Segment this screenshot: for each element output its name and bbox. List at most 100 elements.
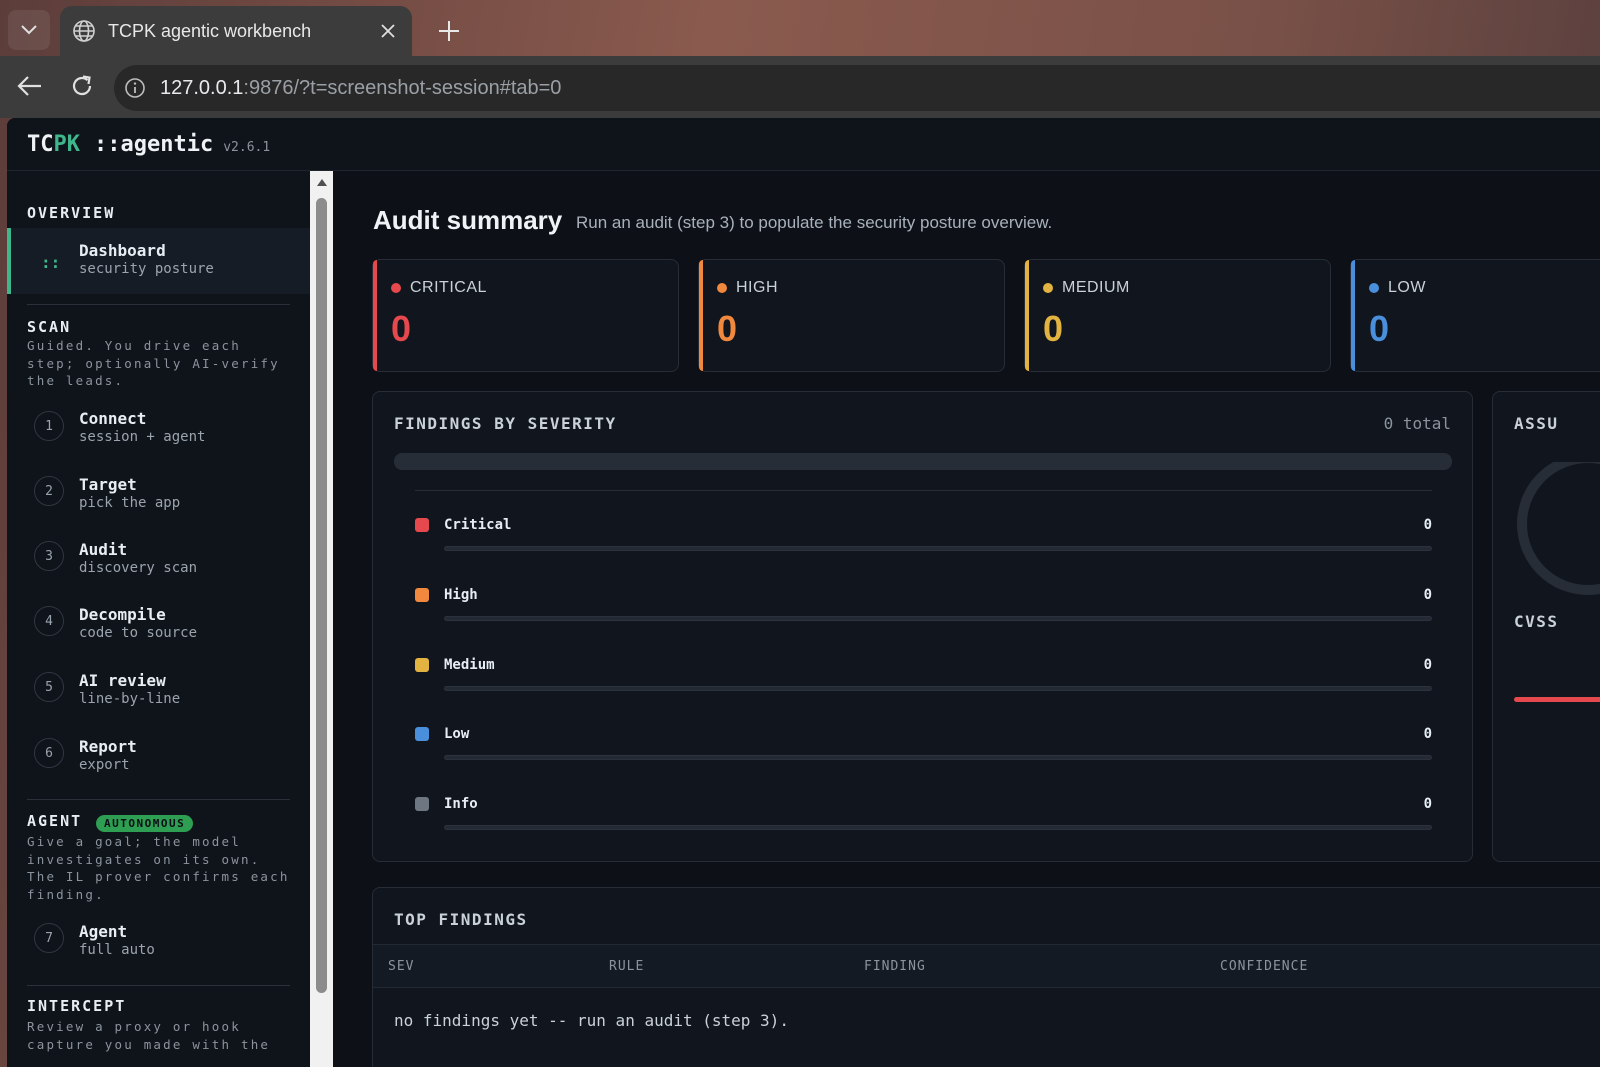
sidebar-item-report[interactable]: Report bbox=[79, 737, 137, 756]
section-heading-agent: AGENT bbox=[27, 812, 83, 830]
main-content: Audit summary Run an audit (step 3) to p… bbox=[333, 171, 1600, 1067]
sidebar-item-decompile[interactable]: Decompile bbox=[79, 605, 166, 624]
card-accent-bar bbox=[1351, 260, 1355, 371]
step-number-7: 7 bbox=[34, 923, 64, 953]
app-version: v2.6.1 bbox=[223, 139, 271, 155]
assurance-panel: ASSU CVSS bbox=[1492, 391, 1600, 862]
card-accent-bar bbox=[1025, 260, 1029, 371]
site-info-icon bbox=[125, 78, 145, 98]
address-bar[interactable]: 127.0.0.1:9876/?t=screenshot-session#tab… bbox=[114, 65, 1600, 111]
severity-value: 0 bbox=[1423, 796, 1432, 812]
logo-pk: PK bbox=[53, 131, 81, 157]
reload-button[interactable] bbox=[64, 68, 100, 104]
sidebar-item-dashboard-sub: security posture bbox=[79, 261, 214, 277]
severity-name: Critical bbox=[444, 517, 512, 533]
new-tab-button[interactable] bbox=[428, 12, 470, 50]
sidebar-scrollbar[interactable] bbox=[310, 171, 333, 1067]
panel-heading: ASSU bbox=[1514, 414, 1559, 433]
severity-value: 0 bbox=[1423, 587, 1432, 603]
severity-row-critical: Critical 0 bbox=[415, 510, 1432, 560]
card-label: LOW bbox=[1388, 279, 1426, 296]
url-text: 127.0.0.1:9876/?t=screenshot-session#tab… bbox=[160, 77, 561, 100]
sidebar-item-ai-review-sub: line-by-line bbox=[79, 691, 181, 707]
sidebar-item-decompile-sub: code to source bbox=[79, 625, 198, 641]
column-header-sev[interactable]: SEV bbox=[388, 959, 414, 974]
severity-dot bbox=[1369, 283, 1379, 293]
severity-bar-track bbox=[444, 825, 1432, 830]
sidebar-item-agent[interactable]: Agent bbox=[79, 922, 127, 941]
sidebar-item-target-sub: pick the app bbox=[79, 495, 181, 511]
findings-by-severity-panel: FINDINGS BY SEVERITY 0 total Critical 0 … bbox=[372, 391, 1473, 862]
plus-icon bbox=[439, 21, 459, 41]
app-logo: TCPK::agentic bbox=[27, 132, 213, 157]
scroll-up-arrow-icon[interactable] bbox=[317, 179, 327, 186]
severity-value: 0 bbox=[1423, 657, 1432, 673]
section-heading-overview: OVERVIEW bbox=[27, 204, 116, 222]
empty-state-message: no findings yet -- run an audit (step 3)… bbox=[394, 1011, 789, 1030]
findings-total: 0 total bbox=[1383, 414, 1451, 433]
divider bbox=[27, 799, 290, 800]
card-count: 0 bbox=[717, 308, 738, 349]
step-number-6: 6 bbox=[34, 738, 64, 768]
close-icon bbox=[381, 24, 395, 38]
app-header: TCPK::agentic v2.6.1 bbox=[7, 118, 1600, 171]
severity-row-medium: Medium 0 bbox=[415, 650, 1432, 700]
dashboard-icon: :: bbox=[41, 253, 61, 272]
browser-tab-strip: TCPK agentic workbench bbox=[0, 0, 1600, 62]
back-button[interactable] bbox=[12, 68, 48, 104]
severity-value: 0 bbox=[1423, 726, 1432, 742]
severity-swatch bbox=[415, 518, 429, 532]
reload-icon bbox=[72, 75, 92, 96]
page-title: Audit summary bbox=[373, 205, 563, 235]
sidebar-item-connect[interactable]: Connect bbox=[79, 409, 146, 428]
assurance-gauge-ring bbox=[1517, 462, 1600, 595]
url-path: :9876/?t=screenshot-session#tab=0 bbox=[243, 76, 562, 99]
card-label: HIGH bbox=[736, 279, 778, 296]
section-desc-scan: Guided. You drive each step; optionally … bbox=[27, 338, 280, 388]
sidebar-item-report-sub: export bbox=[79, 757, 130, 773]
logo-tc: TC bbox=[27, 131, 54, 157]
severity-value: 0 bbox=[1423, 517, 1432, 533]
sidebar-item-dashboard-title: Dashboard bbox=[79, 241, 166, 260]
severity-name: Medium bbox=[444, 657, 495, 673]
severity-dot bbox=[717, 283, 727, 293]
sidebar-item-audit[interactable]: Audit bbox=[79, 540, 127, 559]
sidebar-item-ai-review[interactable]: AI review bbox=[79, 671, 166, 690]
tab-title: TCPK agentic workbench bbox=[108, 20, 312, 41]
logo-suffix: ::agentic bbox=[94, 131, 214, 157]
severity-bar-track bbox=[444, 755, 1432, 760]
browser-toolbar: 127.0.0.1:9876/?t=screenshot-session#tab… bbox=[0, 56, 1600, 118]
app-window: TCPK::agentic v2.6.1 OVERVIEW :: Dashboa… bbox=[7, 118, 1600, 1067]
tab-search-button[interactable] bbox=[8, 10, 50, 50]
severity-bar-track bbox=[444, 686, 1432, 691]
cvss-label: CVSS bbox=[1514, 612, 1559, 631]
panel-heading: FINDINGS BY SEVERITY bbox=[394, 414, 617, 433]
step-number-5: 5 bbox=[34, 672, 64, 702]
severity-card-low: LOW 0 bbox=[1350, 259, 1600, 372]
severity-bar-track bbox=[444, 546, 1432, 551]
divider bbox=[27, 304, 290, 305]
browser-tab[interactable]: TCPK agentic workbench bbox=[60, 6, 412, 56]
column-header-rule[interactable]: RULE bbox=[609, 959, 644, 974]
tab-close-button[interactable] bbox=[370, 13, 406, 49]
severity-swatch bbox=[415, 588, 429, 602]
severity-stacked-bar bbox=[394, 453, 1452, 470]
card-label: MEDIUM bbox=[1062, 279, 1130, 296]
severity-name: Info bbox=[444, 796, 478, 812]
scrollbar-thumb[interactable] bbox=[316, 198, 327, 993]
back-arrow-icon bbox=[17, 76, 41, 96]
chevron-down-icon bbox=[21, 25, 37, 35]
sidebar: OVERVIEW :: Dashboard security posture S… bbox=[7, 171, 310, 1067]
severity-bar-track bbox=[444, 616, 1432, 621]
cvss-bar bbox=[1514, 697, 1600, 702]
column-header-finding[interactable]: FINDING bbox=[864, 959, 926, 974]
section-heading-scan: SCAN bbox=[27, 318, 72, 336]
section-desc-agent: Give a goal; the model investigates on i… bbox=[27, 834, 290, 902]
sidebar-item-target[interactable]: Target bbox=[79, 475, 137, 494]
severity-card-medium: MEDIUM 0 bbox=[1024, 259, 1331, 372]
severity-swatch bbox=[415, 797, 429, 811]
severity-row-low: Low 0 bbox=[415, 719, 1432, 769]
panel-heading: TOP FINDINGS bbox=[394, 910, 528, 929]
card-count: 0 bbox=[1043, 308, 1064, 349]
column-header-confidence[interactable]: CONFIDENCE bbox=[1220, 959, 1308, 974]
